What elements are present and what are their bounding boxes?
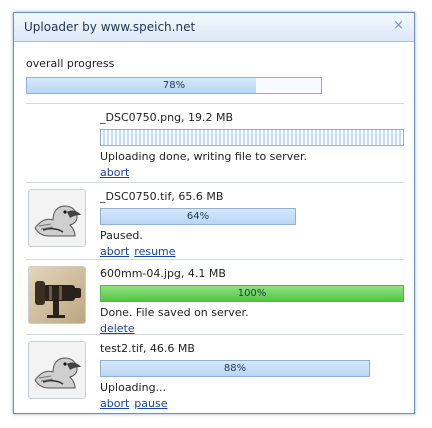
window-title: Uploader by www.speich.net <box>24 20 196 34</box>
close-icon[interactable]: × <box>393 18 404 34</box>
upload-item-filename: _DSC0750.tif, 65.6 MB <box>100 190 224 203</box>
file-thumbnail <box>28 266 86 324</box>
duck-thumbnail-image <box>29 190 85 246</box>
upload-item-actions: abort resume <box>100 245 404 258</box>
upload-item-filename: _DSC0750.png, 19.2 MB <box>100 111 234 124</box>
upload-item-info: test2.tif, 46.6 MB 88% Uploading... abor… <box>100 342 404 410</box>
resume-link[interactable]: resume <box>134 245 175 258</box>
upload-item-status: Done. File saved on server. <box>100 306 249 319</box>
overall-progress-bar: 78% <box>26 77 322 94</box>
divider <box>26 182 404 183</box>
upload-item: _DSC0750.png, 19.2 MB Uploading done, wr… <box>26 105 404 179</box>
title-bar[interactable]: Uploader by www.speich.net × <box>14 13 414 42</box>
upload-item-status: Uploading... <box>100 381 167 394</box>
abort-link[interactable]: abort <box>100 166 129 179</box>
upload-item-filename: test2.tif, 46.6 MB <box>100 342 195 355</box>
upload-item-actions: abort pause <box>100 397 404 410</box>
upload-item-status: Paused. <box>100 229 143 242</box>
upload-item-filename: 600mm-04.jpg, 4.1 MB <box>100 267 226 280</box>
pause-link[interactable]: pause <box>134 397 167 410</box>
file-thumbnail <box>28 341 86 399</box>
upload-item-progress-bar: 88% <box>100 360 370 377</box>
upload-item: 600mm-04.jpg, 4.1 MB 100% Done. File sav… <box>26 261 404 335</box>
upload-item-progress-bar: 100% <box>100 285 404 302</box>
upload-item-status: Uploading done, writing file to server. <box>100 150 307 163</box>
divider <box>26 334 404 335</box>
duck-thumbnail-image <box>29 342 85 398</box>
upload-item-info: _DSC0750.tif, 65.6 MB 64% Paused. abort r… <box>100 190 404 258</box>
upload-item-progress-fill <box>101 130 403 145</box>
upload-item-info: 600mm-04.jpg, 4.1 MB 100% Done. File sav… <box>100 267 404 335</box>
overall-progress-label: overall progress <box>26 57 115 70</box>
lens-thumbnail-image <box>29 267 85 323</box>
file-thumbnail <box>28 189 86 247</box>
upload-item: _DSC0750.tif, 65.6 MB 64% Paused. abort r… <box>26 184 404 258</box>
upload-item-info: _DSC0750.png, 19.2 MB Uploading done, wr… <box>100 111 404 179</box>
abort-link[interactable]: abort <box>100 245 129 258</box>
upload-item: test2.tif, 46.6 MB 88% Uploading... abor… <box>26 336 404 410</box>
abort-link[interactable]: abort <box>100 397 129 410</box>
upload-item-progress-bar <box>100 129 404 146</box>
upload-item-progress-text: 64% <box>186 211 210 222</box>
upload-item-progress-text: 88% <box>223 363 247 374</box>
divider <box>26 103 404 104</box>
uploader-window: Uploader by www.speich.net × overall pro… <box>13 12 415 414</box>
upload-item-actions: abort <box>100 166 404 179</box>
upload-item-progress-bar: 64% <box>100 208 296 225</box>
overall-progress-text: 78% <box>162 80 186 91</box>
overall-progress: overall progress 78% <box>26 57 322 94</box>
upload-item-progress-text: 100% <box>237 288 267 299</box>
divider <box>26 259 404 260</box>
